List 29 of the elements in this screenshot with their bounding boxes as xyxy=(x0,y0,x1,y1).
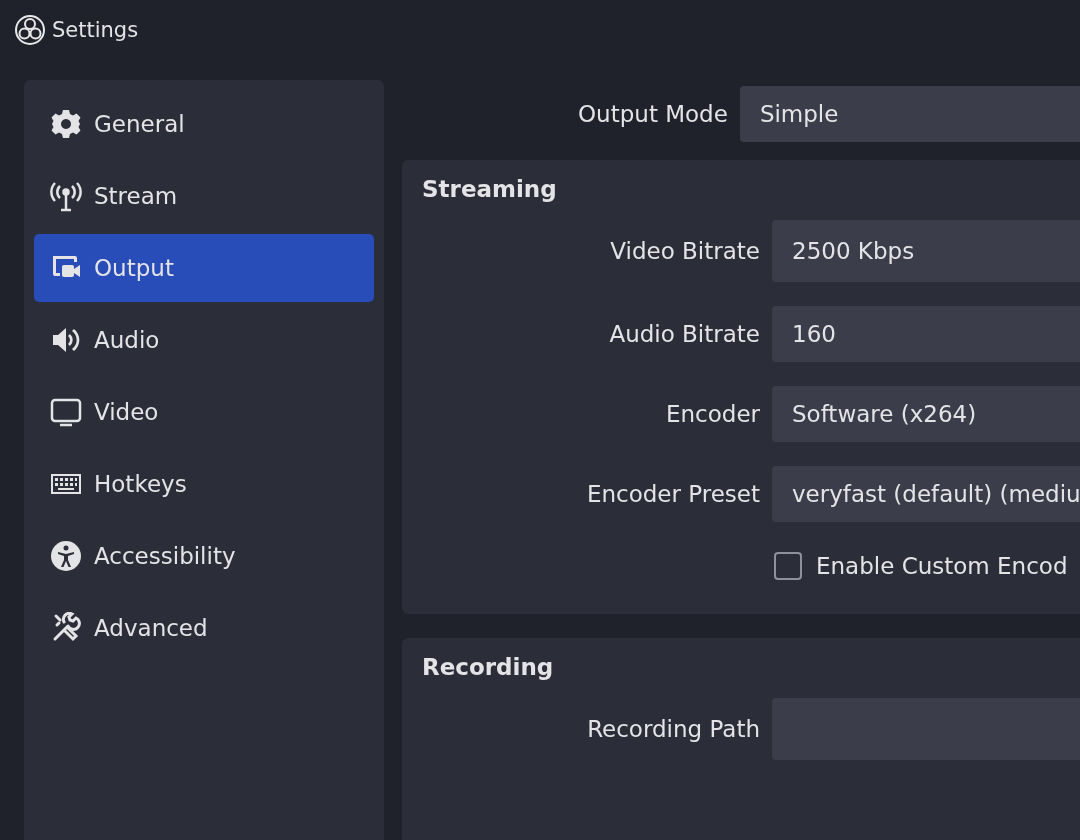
output-mode-dropdown[interactable]: Simple xyxy=(739,86,1080,142)
sidebar-item[interactable]: Video xyxy=(34,378,374,446)
field-label: Recording Path xyxy=(587,716,760,742)
sidebar-item[interactable]: General xyxy=(34,90,374,158)
field-label: Encoder xyxy=(665,401,760,427)
sidebar-item[interactable]: Advanced xyxy=(34,594,374,662)
sidebar-item[interactable]: Output xyxy=(34,234,374,302)
group-title: Streaming xyxy=(422,176,558,202)
accessibility-icon xyxy=(50,540,82,572)
setting-field[interactable]: veryfast (default) (mediu xyxy=(772,466,1080,522)
monitor-icon xyxy=(50,396,82,428)
field-label: Video Bitrate xyxy=(610,238,760,264)
field-label: Encoder Preset xyxy=(586,481,760,507)
checkbox-label: Enable Custom Encod xyxy=(816,553,1068,579)
field-label: Output Mode xyxy=(578,101,728,127)
field-label: Audio Bitrate xyxy=(609,321,760,347)
sidebar-item[interactable]: Audio xyxy=(34,306,374,374)
sidebar-item[interactable]: Stream xyxy=(34,162,374,230)
sidebar-item[interactable]: Hotkeys xyxy=(34,450,374,518)
gear-icon xyxy=(50,108,82,140)
setting-field[interactable]: Software (x264) xyxy=(772,386,1080,442)
window-title: Settings xyxy=(52,18,139,42)
sidebar-item[interactable]: Accessibility xyxy=(34,522,374,590)
setting-field[interactable]: 160 xyxy=(772,306,1080,362)
checkbox[interactable] xyxy=(774,552,802,580)
group-title: Recording xyxy=(422,654,555,680)
app-logo-icon xyxy=(14,14,46,46)
setting-field[interactable]: 2500 Kbps xyxy=(772,220,1080,282)
antenna-icon xyxy=(50,180,82,212)
